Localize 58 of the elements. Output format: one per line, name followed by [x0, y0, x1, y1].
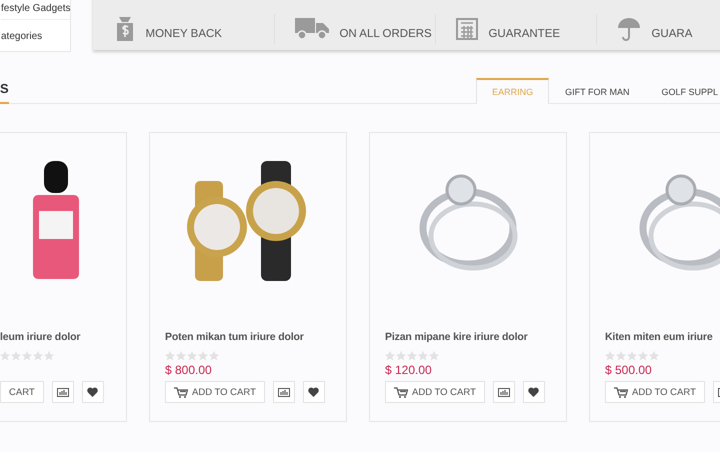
money-bag-icon [115, 17, 136, 41]
bar-chart-icon [498, 388, 510, 396]
star-icon [187, 351, 197, 361]
star-icon [429, 351, 439, 361]
add-to-cart-button[interactable]: ADD TO CART [385, 381, 485, 403]
star-icon [209, 351, 219, 361]
product-price: $ 800.00 [165, 363, 212, 377]
product-name[interactable]: leum iriure dolor [0, 331, 111, 343]
heart-icon [87, 387, 98, 397]
star-icon [616, 351, 626, 361]
wishlist-button[interactable] [302, 381, 325, 403]
star-icon [198, 351, 208, 361]
star-icon [44, 351, 54, 361]
star-icon [11, 351, 21, 361]
section-title: S [0, 81, 9, 104]
category-link[interactable]: ategories [1, 19, 70, 47]
product-name[interactable]: Pizan mipane kire iriure dolor [385, 331, 551, 343]
star-icon [407, 351, 417, 361]
star-icon [165, 351, 175, 361]
cart-icon [614, 386, 628, 398]
star-icon [649, 351, 659, 361]
star-icon [22, 351, 32, 361]
heart-icon [528, 387, 540, 397]
cart-icon [174, 386, 188, 398]
bar-chart-icon [56, 388, 69, 396]
add-to-cart-button[interactable]: CART [0, 381, 44, 403]
umbrella-icon [617, 17, 642, 41]
product-name[interactable]: Kiten miten eum iriure [605, 331, 720, 343]
star-icon [627, 351, 637, 361]
calculator-icon [456, 18, 478, 40]
star-icon [605, 351, 615, 361]
cart-icon [394, 386, 408, 398]
compare-button[interactable] [272, 381, 295, 403]
star-icon [396, 351, 406, 361]
category-tab[interactable]: GOLF SUPPL [645, 78, 720, 104]
feature-text: ON ALL ORDERS [339, 27, 432, 40]
star-icon [176, 351, 186, 361]
bar-chart-icon [278, 388, 290, 396]
heart-icon [308, 387, 320, 397]
star-icon [418, 351, 428, 361]
compare-button[interactable] [52, 381, 74, 403]
category-tab[interactable]: GIFT FOR MAN [549, 78, 646, 104]
feature-text: GUARANTEE [488, 27, 560, 40]
truck-icon [295, 18, 330, 40]
product-name[interactable]: Poten mikan tum iriure dolor [165, 331, 331, 343]
star-icon [638, 351, 648, 361]
category-link[interactable]: festyle Gadgets [1, 0, 70, 19]
product-price: $ 120.00 [385, 363, 432, 377]
add-to-cart-button[interactable]: ADD TO CART [605, 381, 705, 403]
compare-button[interactable] [492, 381, 515, 403]
wishlist-button[interactable] [522, 381, 545, 403]
wishlist-button[interactable] [82, 381, 104, 403]
star-icon [33, 351, 43, 361]
feature-text: GUARA [651, 27, 692, 40]
add-to-cart-button[interactable]: ADD TO CART [165, 381, 265, 403]
product-price: $ 500.00 [605, 363, 652, 377]
star-icon [385, 351, 395, 361]
feature-text: MONEY BACK [145, 27, 222, 40]
